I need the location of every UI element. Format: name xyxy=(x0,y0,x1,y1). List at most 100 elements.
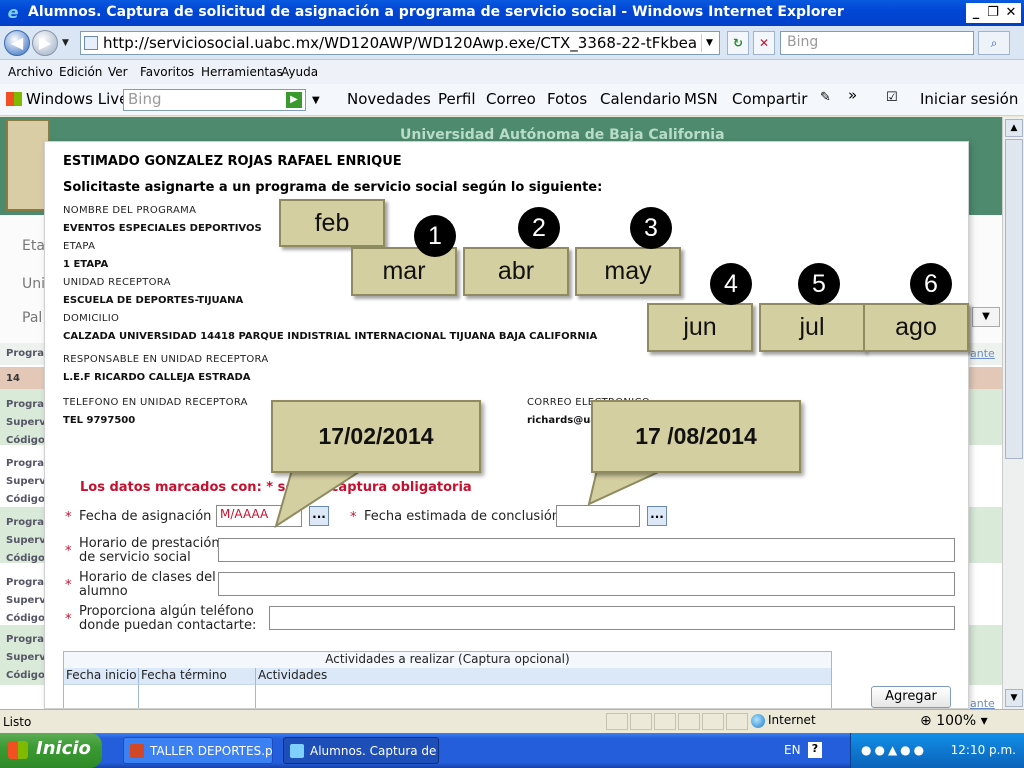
row-supervisor: Superv xyxy=(6,535,46,546)
dropdown-arrow-icon[interactable]: ▼ xyxy=(972,307,1000,327)
right-link[interactable]: ante xyxy=(970,347,995,360)
stop-button[interactable]: ✕ xyxy=(753,31,775,55)
row-programa: Progra xyxy=(6,517,44,528)
phone-label: TELEFONO EN UNIDAD RECEPTORA xyxy=(63,397,248,408)
windows-live-logo[interactable]: Windows Live xyxy=(6,90,128,108)
link-fotos[interactable]: Fotos xyxy=(547,90,587,108)
contact-phone-label: Proporciona algún teléfono donde puedan c… xyxy=(79,605,256,633)
conclusion-date-label: Fecha estimada de conclusión xyxy=(364,509,561,524)
signin-link[interactable]: Iniciar sesión xyxy=(920,90,1018,108)
windows-live-label: Windows Live xyxy=(26,90,129,108)
row-programa: Progra xyxy=(6,458,44,469)
row-supervisor: Superv xyxy=(6,595,46,606)
add-activity-button[interactable]: Agregar xyxy=(871,686,951,708)
status-segment xyxy=(726,713,748,730)
status-segment xyxy=(678,713,700,730)
month-box-jul: jul xyxy=(759,303,865,352)
receiving-unit-label: UNIDAD RECEPTORA xyxy=(63,277,171,288)
history-dropdown-icon[interactable]: ▼ xyxy=(62,38,69,48)
row-programa: Progra xyxy=(6,577,44,588)
menu-favoritos[interactable]: Favoritos xyxy=(140,65,194,79)
bing-placeholder: Bing xyxy=(128,90,162,108)
link-novedades[interactable]: Novedades xyxy=(347,90,431,108)
class-schedule-input[interactable] xyxy=(218,572,955,596)
link-compartir[interactable]: Compartir xyxy=(732,90,807,108)
table-cell[interactable] xyxy=(256,684,831,708)
system-tray: ●●▲●● 12:10 p.m. xyxy=(850,733,1024,768)
menu-ver[interactable]: Ver xyxy=(108,65,128,79)
start-button[interactable]: Inicio xyxy=(0,733,102,768)
program-name-label: NOMBRE DEL PROGRAMA xyxy=(63,205,197,216)
status-segment xyxy=(606,713,628,730)
back-button[interactable]: ◀ xyxy=(4,30,30,56)
forward-button[interactable]: ▶ xyxy=(32,30,58,56)
vertical-scrollbar[interactable]: ▲ ▼ xyxy=(1002,117,1024,709)
search-button[interactable]: ⌕ xyxy=(978,31,1010,55)
url-dropdown-icon[interactable]: ▼ xyxy=(701,34,717,52)
tray-icons[interactable]: ●●▲●● xyxy=(861,743,927,757)
stage-value: 1 ETAPA xyxy=(63,259,109,270)
taskbar-item-powerpoint[interactable]: TALLER DEPORTES.p... xyxy=(123,737,273,764)
bing-dropdown-icon[interactable]: ▼ xyxy=(312,95,320,106)
class-schedule-label: Horario de clases del alumno xyxy=(79,571,216,599)
windows-flag-icon xyxy=(6,92,22,106)
menu-ayuda[interactable]: Ayuda xyxy=(281,65,318,79)
required-star: * xyxy=(65,612,72,627)
scroll-up-icon[interactable]: ▲ xyxy=(1005,119,1023,137)
search-input[interactable]: Bing xyxy=(780,31,974,55)
taskbar-item-browser[interactable]: Alumnos. Captura de ... xyxy=(283,737,439,764)
scroll-thumb[interactable] xyxy=(1005,139,1023,459)
month-number-badge: 1 xyxy=(414,215,456,257)
status-segment xyxy=(654,713,676,730)
menu-edicion[interactable]: Edición xyxy=(59,65,102,79)
refresh-button[interactable]: ↻ xyxy=(727,31,749,55)
signin-icon: ☑ xyxy=(886,90,898,105)
month-number-badge: 2 xyxy=(518,207,560,249)
zoom-level[interactable]: ⊕ 100% ▾ xyxy=(920,713,988,729)
url-text[interactable]: http://serviciosocial.uabc.mx/WD120AWP/W… xyxy=(103,34,698,52)
class-schedule-label-line1: Horario de clases del xyxy=(79,570,216,585)
menu-archivo[interactable]: Archivo xyxy=(8,65,53,79)
start-date-callout: 17/02/2014 xyxy=(271,400,481,473)
activities-caption: Actividades a realizar (Captura opcional… xyxy=(64,652,831,668)
assignment-dialog: ESTIMADO GONZALEZ ROJAS RAFAEL ENRIQUE S… xyxy=(44,141,969,709)
taskbar-item-label: TALLER DEPORTES.p... xyxy=(150,744,273,758)
column-start-date: Fecha inicio xyxy=(64,668,139,684)
link-correo[interactable]: Correo xyxy=(486,90,536,108)
stage-label: ETAPA xyxy=(63,241,96,252)
right-link-bottom[interactable]: ante xyxy=(970,697,995,709)
more-links-button[interactable]: » xyxy=(848,86,857,104)
close-window-button[interactable]: ✕ xyxy=(1001,3,1021,23)
status-segment xyxy=(702,713,724,730)
address-toolbar: ◀ ▶ ▼ http://serviciosocial.uabc.mx/WD12… xyxy=(0,26,1024,60)
link-calendario[interactable]: Calendario xyxy=(600,90,681,108)
table-cell[interactable] xyxy=(139,684,256,708)
link-perfil[interactable]: Perfil xyxy=(438,90,476,108)
address-field[interactable]: http://serviciosocial.uabc.mx/WD120AWP/W… xyxy=(80,31,720,55)
blog-icon[interactable]: ✎ xyxy=(820,90,831,105)
restore-button[interactable]: ❐ xyxy=(983,3,1003,23)
start-date-callout-tail xyxy=(274,470,364,529)
address-label: DOMICILIO xyxy=(63,313,120,324)
service-schedule-label-line1: Horario de prestación xyxy=(79,536,220,551)
link-msn[interactable]: MSN xyxy=(684,90,718,108)
scroll-down-icon[interactable]: ▼ xyxy=(1005,689,1023,707)
month-number-badge: 5 xyxy=(798,263,840,305)
month-box-may: may xyxy=(575,247,681,296)
service-schedule-input[interactable] xyxy=(218,538,955,562)
phone-value: TEL 9797500 xyxy=(63,415,136,426)
search-go-icon[interactable]: ▶ xyxy=(286,92,302,108)
column-end-date: Fecha término xyxy=(139,668,256,684)
menu-herramientas[interactable]: Herramientas xyxy=(201,65,283,79)
table-cell[interactable] xyxy=(64,684,139,708)
contact-phone-input[interactable] xyxy=(269,606,955,630)
bing-search-input[interactable]: Bing ▶ xyxy=(123,89,306,111)
security-zone[interactable]: Internet xyxy=(748,713,908,731)
taskbar: Inicio TALLER DEPORTES.p... Alumnos. Cap… xyxy=(0,733,1024,768)
status-bar: Listo Internet ⊕ 100% ▾ xyxy=(0,709,1024,733)
powerpoint-icon xyxy=(130,744,144,758)
side-label-etapa: Eta xyxy=(22,238,45,254)
zoom-icon: ⊕ xyxy=(920,713,932,729)
help-icon[interactable]: ? xyxy=(808,742,822,758)
language-indicator[interactable]: EN xyxy=(784,743,801,757)
